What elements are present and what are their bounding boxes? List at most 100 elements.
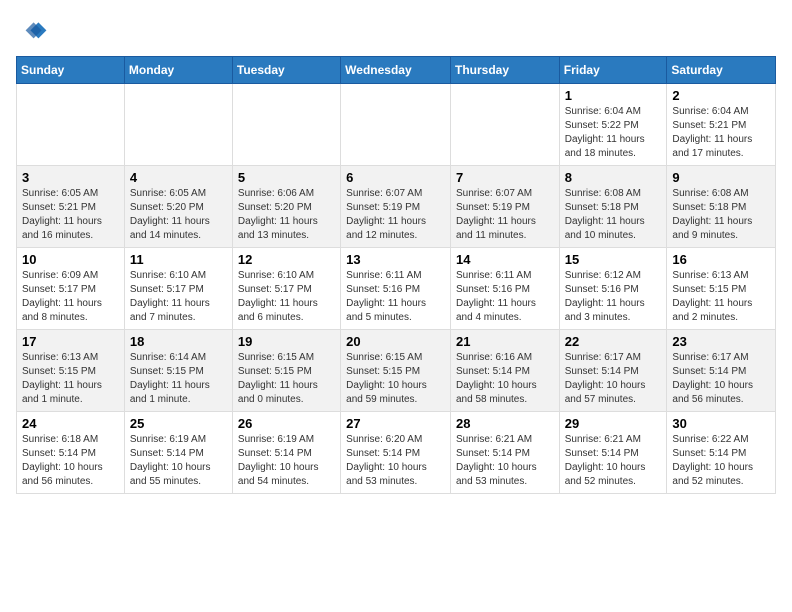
cell-info: Sunrise: 6:13 AM Sunset: 5:15 PM Dayligh… (672, 269, 770, 325)
calendar-cell: 8Sunrise: 6:08 AM Sunset: 5:18 PM Daylig… (559, 166, 667, 248)
calendar-cell: 10 Sunrise: 6:09 AM Sunset: 5:17 PM Dayli… (17, 248, 125, 330)
cell-info: Sunrise: 6:13 AM Sunset: 5:15 PM Dayligh… (22, 351, 119, 407)
day-number: 24 (22, 416, 119, 431)
day-number: 3 (22, 170, 119, 185)
calendar-cell: 6 Sunrise: 6:07 AM Sunset: 5:19 PM Daylig… (341, 166, 451, 248)
cell-info: Sunrise: 6:05 AM Sunset: 5:20 PM Dayligh… (130, 187, 227, 243)
cell-info: Sunrise: 6:11 AM Sunset: 5:16 PM Dayligh… (346, 269, 445, 325)
calendar-cell: 24 Sunrise: 6:18 AM Sunset: 5:14 PM Dayli… (17, 412, 125, 494)
calendar-cell (450, 84, 559, 166)
cell-info: Sunrise: 6:09 AM Sunset: 5:17 PM Dayligh… (22, 269, 119, 325)
calendar-cell (124, 84, 232, 166)
calendar-cell: 7 Sunrise: 6:07 AM Sunset: 5:19 PM Daylig… (450, 166, 559, 248)
day-number: 12 (238, 252, 335, 267)
calendar-table: SundayMondayTuesdayWednesdayThursdayFrid… (16, 56, 776, 494)
calendar-cell: 27Sunrise: 6:20 AM Sunset: 5:14 PM Dayli… (341, 412, 451, 494)
week-row-1: 1Sunrise: 6:04 AM Sunset: 5:22 PM Daylig… (17, 84, 776, 166)
day-number: 26 (238, 416, 335, 431)
day-number: 28 (456, 416, 554, 431)
calendar-cell: 18 Sunrise: 6:14 AM Sunset: 5:15 PM Dayli… (124, 330, 232, 412)
col-header-sunday: Sunday (17, 57, 125, 84)
calendar-cell: 30Sunrise: 6:22 AM Sunset: 5:14 PM Dayli… (667, 412, 776, 494)
calendar-cell: 19 Sunrise: 6:15 AM Sunset: 5:15 PM Dayli… (232, 330, 340, 412)
calendar-cell: 16 Sunrise: 6:13 AM Sunset: 5:15 PM Dayli… (667, 248, 776, 330)
calendar-cell: 3Sunrise: 6:05 AM Sunset: 5:21 PM Daylig… (17, 166, 125, 248)
cell-info: Sunrise: 6:21 AM Sunset: 5:14 PM Dayligh… (456, 433, 554, 489)
cell-info: Sunrise: 6:04 AM Sunset: 5:21 PM Dayligh… (672, 105, 770, 161)
day-number: 11 (130, 252, 227, 267)
cell-info: Sunrise: 6:07 AM Sunset: 5:19 PM Dayligh… (346, 187, 445, 243)
cell-info: Sunrise: 6:21 AM Sunset: 5:14 PM Dayligh… (565, 433, 662, 489)
day-number: 16 (672, 252, 770, 267)
cell-info: Sunrise: 6:14 AM Sunset: 5:15 PM Dayligh… (130, 351, 227, 407)
cell-info: Sunrise: 6:11 AM Sunset: 5:16 PM Dayligh… (456, 269, 554, 325)
calendar-cell (341, 84, 451, 166)
day-number: 15 (565, 252, 662, 267)
cell-info: Sunrise: 6:15 AM Sunset: 5:15 PM Dayligh… (238, 351, 335, 407)
week-row-2: 3Sunrise: 6:05 AM Sunset: 5:21 PM Daylig… (17, 166, 776, 248)
cell-info: Sunrise: 6:06 AM Sunset: 5:20 PM Dayligh… (238, 187, 335, 243)
calendar-cell: 22 Sunrise: 6:17 AM Sunset: 5:14 PM Dayli… (559, 330, 667, 412)
calendar-cell: 26 Sunrise: 6:19 AM Sunset: 5:14 PM Dayli… (232, 412, 340, 494)
week-row-5: 24 Sunrise: 6:18 AM Sunset: 5:14 PM Dayli… (17, 412, 776, 494)
day-number: 29 (565, 416, 662, 431)
day-number: 4 (130, 170, 227, 185)
day-number: 8 (565, 170, 662, 185)
logo (16, 16, 52, 48)
cell-info: Sunrise: 6:17 AM Sunset: 5:14 PM Dayligh… (565, 351, 662, 407)
day-number: 23 (672, 334, 770, 349)
col-header-tuesday: Tuesday (232, 57, 340, 84)
day-number: 27 (346, 416, 445, 431)
week-row-4: 17 Sunrise: 6:13 AM Sunset: 5:15 PM Dayli… (17, 330, 776, 412)
calendar-cell: 29 Sunrise: 6:21 AM Sunset: 5:14 PM Dayli… (559, 412, 667, 494)
calendar-cell: 5 Sunrise: 6:06 AM Sunset: 5:20 PM Daylig… (232, 166, 340, 248)
calendar-cell: 25 Sunrise: 6:19 AM Sunset: 5:14 PM Dayli… (124, 412, 232, 494)
cell-info: Sunrise: 6:12 AM Sunset: 5:16 PM Dayligh… (565, 269, 662, 325)
calendar-cell: 2 Sunrise: 6:04 AM Sunset: 5:21 PM Daylig… (667, 84, 776, 166)
calendar-header-row: SundayMondayTuesdayWednesdayThursdayFrid… (17, 57, 776, 84)
cell-info: Sunrise: 6:07 AM Sunset: 5:19 PM Dayligh… (456, 187, 554, 243)
day-number: 2 (672, 88, 770, 103)
day-number: 7 (456, 170, 554, 185)
calendar-cell: 15 Sunrise: 6:12 AM Sunset: 5:16 PM Dayli… (559, 248, 667, 330)
calendar-cell: 17 Sunrise: 6:13 AM Sunset: 5:15 PM Dayli… (17, 330, 125, 412)
calendar-cell: 14 Sunrise: 6:11 AM Sunset: 5:16 PM Dayli… (450, 248, 559, 330)
calendar-cell: 23 Sunrise: 6:17 AM Sunset: 5:14 PM Dayli… (667, 330, 776, 412)
calendar-cell: 4 Sunrise: 6:05 AM Sunset: 5:20 PM Daylig… (124, 166, 232, 248)
calendar-cell: 13 Sunrise: 6:11 AM Sunset: 5:16 PM Dayli… (341, 248, 451, 330)
cell-info: Sunrise: 6:04 AM Sunset: 5:22 PM Dayligh… (565, 105, 662, 161)
cell-info: Sunrise: 6:19 AM Sunset: 5:14 PM Dayligh… (238, 433, 335, 489)
week-row-3: 10 Sunrise: 6:09 AM Sunset: 5:17 PM Dayli… (17, 248, 776, 330)
cell-info: Sunrise: 6:16 AM Sunset: 5:14 PM Dayligh… (456, 351, 554, 407)
day-number: 19 (238, 334, 335, 349)
cell-info: Sunrise: 6:15 AM Sunset: 5:15 PM Dayligh… (346, 351, 445, 407)
col-header-wednesday: Wednesday (341, 57, 451, 84)
calendar-cell: 9Sunrise: 6:08 AM Sunset: 5:18 PM Daylig… (667, 166, 776, 248)
col-header-saturday: Saturday (667, 57, 776, 84)
calendar-cell: 28 Sunrise: 6:21 AM Sunset: 5:14 PM Dayli… (450, 412, 559, 494)
day-number: 30 (672, 416, 770, 431)
page-header (16, 16, 776, 48)
calendar-cell: 1Sunrise: 6:04 AM Sunset: 5:22 PM Daylig… (559, 84, 667, 166)
day-number: 13 (346, 252, 445, 267)
day-number: 25 (130, 416, 227, 431)
day-number: 10 (22, 252, 119, 267)
day-number: 22 (565, 334, 662, 349)
cell-info: Sunrise: 6:18 AM Sunset: 5:14 PM Dayligh… (22, 433, 119, 489)
day-number: 5 (238, 170, 335, 185)
cell-info: Sunrise: 6:17 AM Sunset: 5:14 PM Dayligh… (672, 351, 770, 407)
calendar-cell (17, 84, 125, 166)
cell-info: Sunrise: 6:10 AM Sunset: 5:17 PM Dayligh… (130, 269, 227, 325)
cell-info: Sunrise: 6:19 AM Sunset: 5:14 PM Dayligh… (130, 433, 227, 489)
day-number: 6 (346, 170, 445, 185)
cell-info: Sunrise: 6:10 AM Sunset: 5:17 PM Dayligh… (238, 269, 335, 325)
day-number: 18 (130, 334, 227, 349)
day-number: 9 (672, 170, 770, 185)
calendar-cell: 20 Sunrise: 6:15 AM Sunset: 5:15 PM Dayli… (341, 330, 451, 412)
col-header-friday: Friday (559, 57, 667, 84)
day-number: 17 (22, 334, 119, 349)
day-number: 20 (346, 334, 445, 349)
day-number: 14 (456, 252, 554, 267)
calendar-cell (232, 84, 340, 166)
col-header-thursday: Thursday (450, 57, 559, 84)
